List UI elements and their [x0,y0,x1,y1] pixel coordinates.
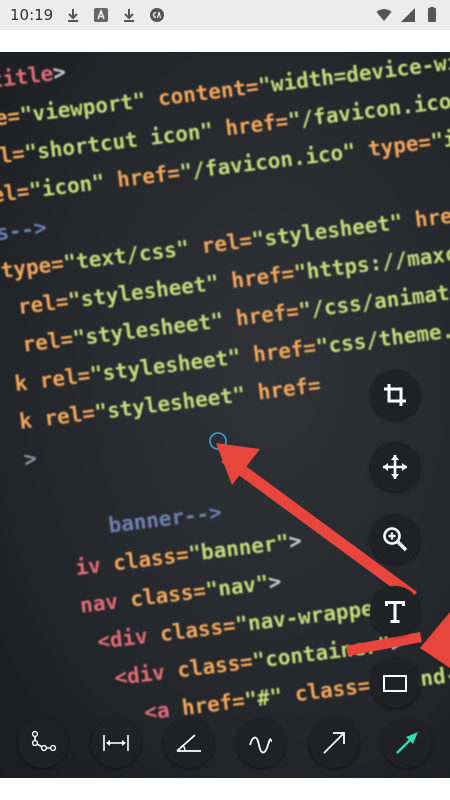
crop-icon [384,384,406,406]
code-token: class= [280,673,372,708]
code-token: <div [45,622,162,661]
code-token: iv [36,551,115,585]
measure-tool-button[interactable] [90,718,141,768]
code-line: banner--> [32,500,223,547]
move-button[interactable] [370,442,420,492]
code-token: nav [41,587,132,623]
code-token: class= [158,613,237,647]
code-token: k rel= [17,400,97,434]
code-token: type= [354,129,433,163]
code-token: "nav" [204,570,270,603]
bottom-spacer [0,778,450,800]
code-token: href= [103,160,182,194]
rectangle-button[interactable] [370,658,420,708]
code-token: href= [239,335,318,369]
side-toolbar [370,370,420,708]
code-token: "stylesheet" [66,270,221,314]
code-token: content= [144,74,260,113]
polyline-tool-button[interactable] [18,718,68,768]
code-token: rel= [187,228,254,260]
ca-app-icon [150,8,165,22]
status-bar: 10:19 [0,0,450,30]
filled-arrow-icon [396,732,418,754]
top-spacer [0,30,450,52]
code-token: href= [211,109,290,143]
wifi-icon [376,9,392,21]
code-token: "/favicon.ico" [178,139,357,185]
curve-icon [249,736,273,754]
signal-icon [401,8,415,22]
code-token: "stylesheet" [71,308,225,351]
bottom-toolbar [18,718,432,768]
font-app-icon [94,8,109,22]
crop-button[interactable] [370,370,420,420]
code-token: "stylesheet" [93,382,247,425]
code-token: "banner" [187,530,291,567]
code-token: el= [0,141,27,170]
code-token: class= [175,649,255,683]
code-token: href= [221,299,301,333]
polyline-icon [31,730,57,752]
code-token: s--> [0,215,48,246]
text-button[interactable] [370,586,420,636]
code-token: > [22,446,39,472]
code-token: class= [128,578,208,612]
code-token: type= [0,251,66,284]
battery-icon [428,7,436,22]
download-icon [124,9,135,22]
code-token: "/favicon.ico" [286,87,450,133]
code-token: "text/css" [62,236,191,276]
code-token: "css/theme.css" [314,312,450,360]
code-token: "#" [243,684,284,713]
code-token: href= [413,200,450,233]
move-icon [383,455,407,479]
angle-icon [175,734,201,752]
code-token: banner--> [31,500,223,548]
zoom-in-button[interactable] [370,514,420,564]
text-icon [385,601,405,623]
code-token: el= [0,179,31,208]
code-token: k rel= [13,363,92,397]
status-time: 10:19 [10,6,54,24]
photo-canvas[interactable]: /title> me="viewport" content="width=devi… [0,52,450,778]
code-line: /title> [0,60,67,95]
code-line: > [23,446,38,471]
code-token: > [287,528,303,554]
code-token: href= [180,688,247,721]
download-icon [68,9,79,22]
code-token: "viewport" [18,88,147,128]
measure-icon [102,735,129,751]
code-token: "stylesheet" [250,209,404,253]
code-token: href= [243,373,323,407]
line-arrow-icon [323,732,346,754]
code-token: "icon" [27,169,107,203]
code-token: class= [111,542,190,576]
code-token: <div [50,658,179,698]
curve-tool-button[interactable] [236,718,287,768]
code-token: > [51,59,68,86]
filled-arrow-tool-button[interactable] [381,718,432,768]
angle-tool-button[interactable] [163,718,214,768]
code-token: rel= [4,289,70,321]
line-arrow-tool-button[interactable] [309,718,360,768]
rectangle-icon [383,675,407,692]
code-token: > [266,569,283,595]
code-token: "shortcut icon" [23,118,215,166]
code-token: href= [217,261,296,295]
code-token: rel= [8,326,75,359]
code-token: "stylesheet" [88,344,243,387]
code-token: /title [0,61,55,95]
zoom-in-icon [383,527,408,552]
code-token: "width=device-width, initial [256,52,450,99]
code-line: s--> [0,215,48,245]
